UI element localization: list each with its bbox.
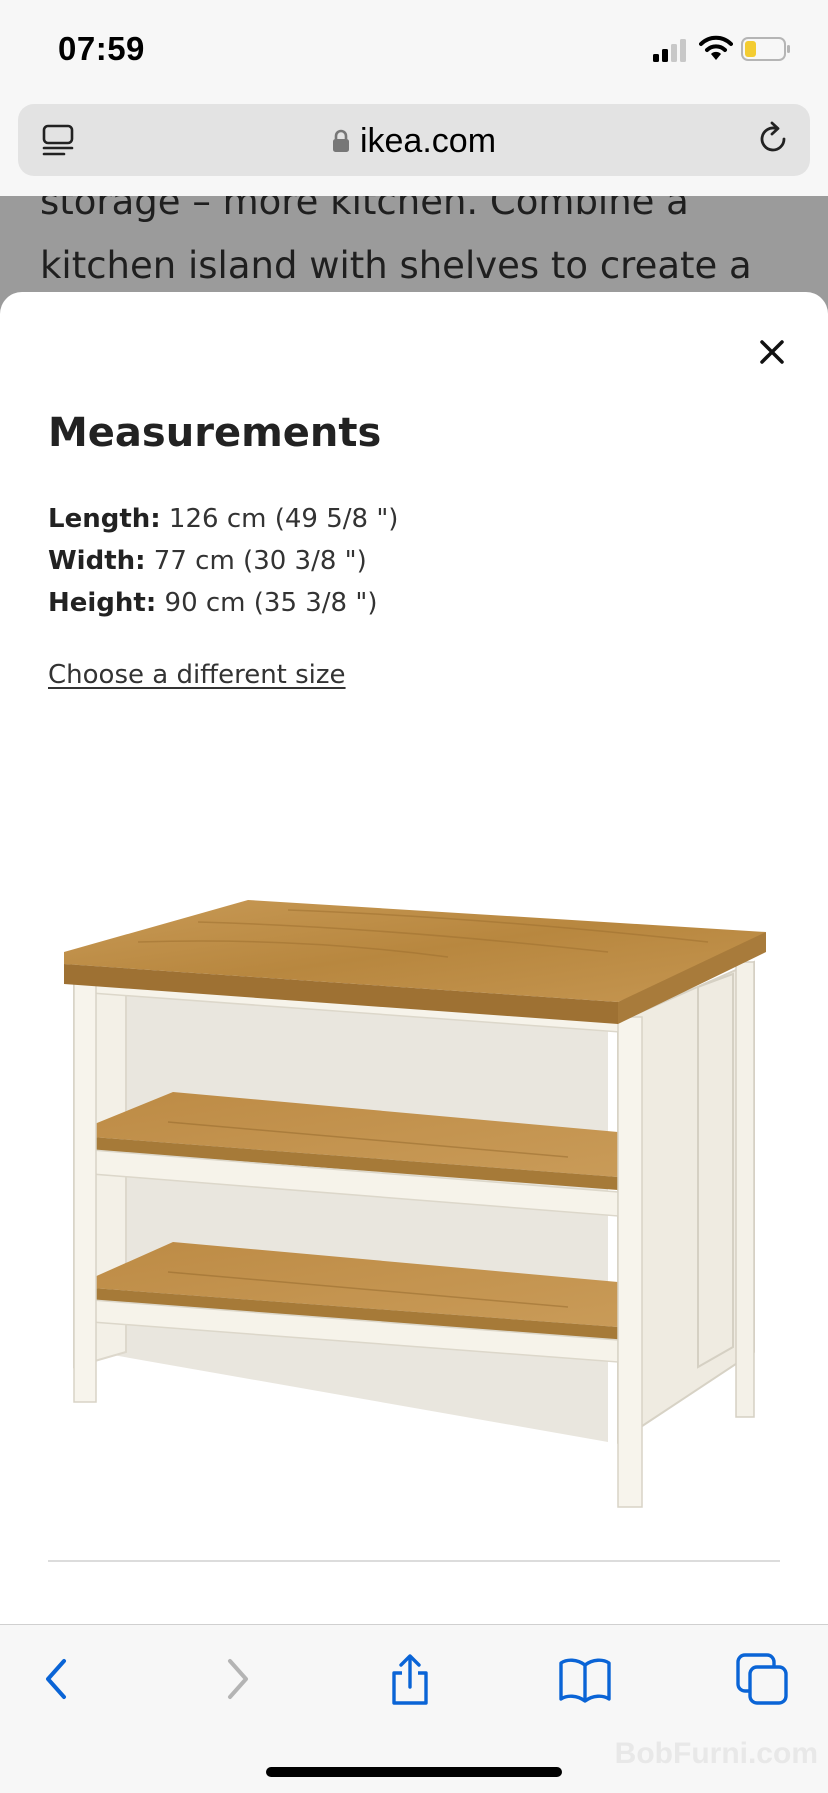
- status-bar: 07:59: [0, 0, 828, 96]
- measurement-width: Width: 77 cm (30 3/8 "): [48, 540, 398, 582]
- url-display[interactable]: ikea.com: [18, 122, 810, 161]
- browser-toolbar: BobFurni.com: [0, 1624, 828, 1793]
- close-icon[interactable]: [750, 330, 794, 374]
- measurement-label: Height:: [48, 588, 157, 618]
- reload-icon[interactable]: [754, 120, 792, 158]
- divider: [48, 1560, 780, 1562]
- wifi-icon: [699, 35, 733, 60]
- measurement-value: 126 cm (49 5/8 "): [160, 504, 399, 534]
- measurements-sheet: Measurements Length: 126 cm (49 5/8 ") W…: [0, 292, 828, 1792]
- choose-size-link[interactable]: Choose a different size: [48, 660, 346, 690]
- bookmarks-icon[interactable]: [557, 1651, 613, 1707]
- background-text: storage – more kitchen. Combine a kitche…: [40, 196, 820, 298]
- product-image: [64, 900, 766, 1508]
- battery-icon: [741, 37, 790, 61]
- background-text-line: storage – more kitchen. Combine a: [40, 196, 689, 223]
- measurement-label: Width:: [48, 546, 146, 576]
- watermark: BobFurni.com: [614, 1737, 818, 1770]
- forward-icon[interactable]: [208, 1651, 264, 1707]
- share-icon[interactable]: [382, 1651, 438, 1707]
- measurement-length: Length: 126 cm (49 5/8 "): [48, 498, 398, 540]
- address-bar[interactable]: ikea.com: [18, 104, 810, 176]
- measurement-value: 77 cm (30 3/8 "): [145, 546, 367, 576]
- measurement-value: 90 cm (35 3/8 "): [156, 588, 378, 618]
- url-text: ikea.com: [359, 122, 497, 160]
- measurement-list: Length: 126 cm (49 5/8 ") Width: 77 cm (…: [48, 498, 398, 624]
- back-icon[interactable]: [30, 1651, 86, 1707]
- home-indicator: [266, 1767, 562, 1777]
- page-title: Measurements: [48, 410, 382, 456]
- background-text-line: kitchen island with shelves to create a: [40, 244, 752, 287]
- cellular-signal-icon: [653, 38, 689, 62]
- lock-icon: [332, 129, 349, 152]
- tabs-icon[interactable]: [734, 1651, 790, 1707]
- status-time: 07:59: [58, 30, 145, 67]
- measurement-height: Height: 90 cm (35 3/8 "): [48, 582, 398, 624]
- measurement-label: Length:: [48, 504, 161, 534]
